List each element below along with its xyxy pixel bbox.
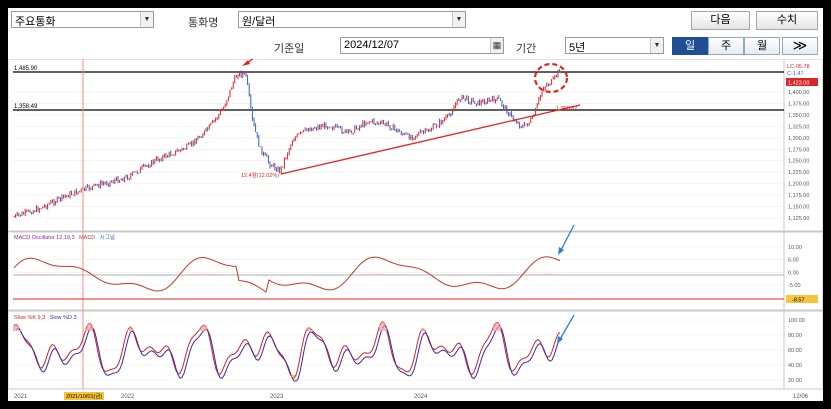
period-button-month[interactable]: 월 [744, 37, 780, 55]
high-ref-label: 1,485.90 [14, 66, 38, 72]
x-label-2022: 2022 [121, 394, 135, 400]
period-button-week[interactable]: 주 [708, 37, 744, 55]
value-button[interactable]: 수치 [756, 11, 818, 30]
price-tick-label: 1,325.00 [788, 124, 809, 130]
legend-c: C-1.47 [787, 71, 804, 77]
stoch-legend-k: Slow %K 9,3 [14, 315, 45, 321]
macd-legend-oscillator: MACD Oscillator 12,19,3 [14, 235, 75, 241]
macd-tick-label: 0.00 [788, 270, 799, 276]
trendline-end-label: 1,368.87 [556, 106, 577, 112]
price-tick-label: 1,400.00 [788, 90, 809, 96]
last-price-value: 1,423.00 [788, 81, 809, 87]
double-chevron-right-icon[interactable]: ≫ [782, 37, 818, 55]
x-label-2023: 2023 [270, 394, 284, 400]
legend-lc: LC-05.78 [787, 64, 810, 70]
stoch-tick-label: 40.00 [788, 363, 802, 369]
dropdown-arrow-icon[interactable]: ▼ [140, 12, 153, 27]
price-tick-label: 1,200.00 [788, 182, 809, 188]
currency-category-value: 주요통화 [15, 16, 56, 28]
price-panel-frame [8, 59, 823, 232]
macd-legend-signal: 시그널 [100, 233, 115, 241]
price-tick-label: 1,150.00 [788, 205, 809, 211]
macd-panel-frame [8, 231, 823, 311]
x-label-2024: 2024 [414, 394, 428, 400]
low-annotation: 12.4월(12.02%) [241, 171, 279, 179]
dropdown-arrow-icon[interactable]: ▼ [452, 12, 465, 27]
stoch-tick-label: 60.00 [788, 348, 802, 354]
currency-category-select[interactable]: 주요통화 ▼ [11, 11, 154, 28]
period-label: 기간 [516, 43, 537, 55]
next-button[interactable]: 다음 [691, 11, 750, 30]
macd-legend: MACD Oscillator 12,19,3 MACD 시그널 [14, 233, 115, 241]
x-label-last: 12/06 [793, 394, 809, 400]
base-date-value: 2024/12/07 [344, 39, 400, 51]
macd-tick-label: 10.00 [788, 245, 802, 251]
pair-label: 통화명 [188, 17, 219, 29]
price-tick-label: 1,250.00 [788, 159, 809, 165]
period-button-day[interactable]: 일 [672, 37, 708, 55]
x-label-2021: 2021 [14, 394, 28, 400]
price-tick-label: 1,375.00 [788, 101, 809, 107]
toolbar: 주요통화 ▼ 통화명 원/달러 ▼ 다음 수치 기준일 2024/12/07 ▦… [8, 8, 823, 58]
stoch-legend-d: Slow %D 3 [50, 315, 77, 321]
stoch-legend: Slow %K 9,3 Slow %D 3 [14, 315, 77, 321]
price-tick-label: 1,125.00 [788, 216, 809, 222]
price-tick-label: 1,275.00 [788, 147, 809, 153]
calendar-icon[interactable]: ▦ [490, 38, 503, 53]
cursor-date-label: 2021/10/01(금) [66, 393, 102, 400]
app-window: 주요통화 ▼ 통화명 원/달러 ▼ 다음 수치 기준일 2024/12/07 ▦… [8, 8, 823, 401]
price-tick-label: 1,175.00 [788, 193, 809, 199]
period-select-value: 5년 [569, 42, 586, 54]
period-select[interactable]: 5년 ▼ [565, 37, 664, 54]
macd-legend-macd: MACD [79, 235, 95, 241]
price-tick-label: 1,225.00 [788, 170, 809, 176]
currency-pair-value: 원/달러 [242, 16, 276, 28]
base-date-label: 기준일 [274, 43, 305, 55]
chart-area: 1,400.00 1,375.00 1,350.00 1,325.00 1,300.00… [8, 59, 823, 400]
stoch-tick-label: 80.00 [788, 333, 802, 339]
mid-ref-label: 1,358.49 [14, 104, 38, 110]
macd-tick-label: 5.00 [788, 258, 799, 264]
dropdown-arrow-icon[interactable]: ▼ [650, 38, 663, 53]
macd-last-value: -8.57 [792, 298, 805, 304]
stoch-tick-label: 20.00 [788, 378, 802, 384]
macd-tick-label: -5.00 [788, 283, 801, 289]
stoch-tick-label: 100.00 [788, 318, 805, 324]
currency-pair-select[interactable]: 원/달러 ▼ [238, 11, 466, 28]
price-tick-label: 1,350.00 [788, 113, 809, 119]
base-date-field[interactable]: 2024/12/07 ▦ [340, 37, 504, 54]
price-tick-label: 1,300.00 [788, 136, 809, 142]
